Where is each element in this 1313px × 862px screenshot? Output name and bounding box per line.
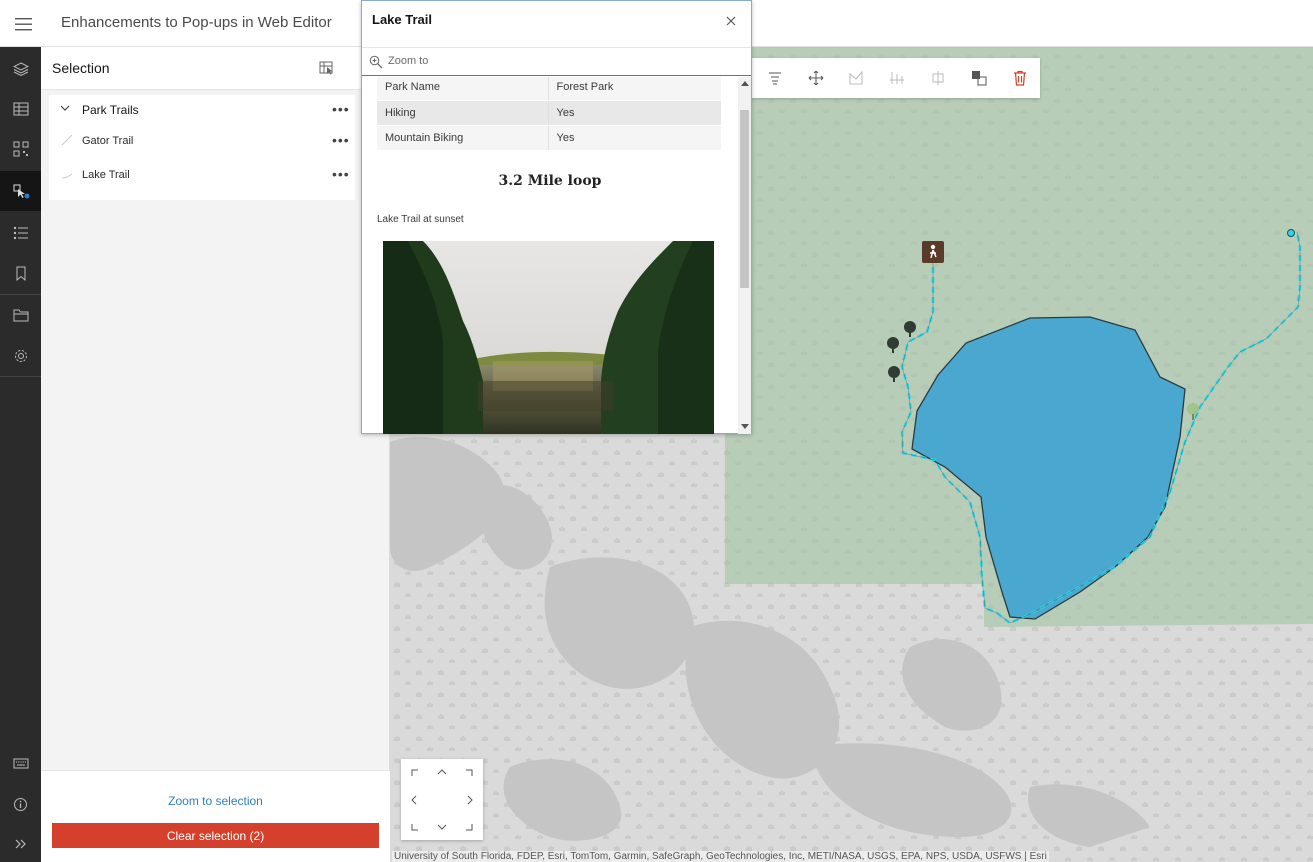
close-icon[interactable] xyxy=(726,16,736,26)
popup-zoom-to-action[interactable]: Zoom to xyxy=(362,47,751,76)
expand-sidebar-button[interactable] xyxy=(0,824,41,862)
reshape-align-icon[interactable] xyxy=(767,70,783,86)
tree-group-label: Park Trails xyxy=(82,103,139,117)
pan-right-icon[interactable] xyxy=(463,793,477,807)
side-icon-bar xyxy=(0,47,41,862)
iconbar-divider xyxy=(0,376,41,377)
settings-button[interactable] xyxy=(0,336,41,376)
pan-up-left-icon[interactable] xyxy=(409,767,423,781)
selection-panel-header: Selection xyxy=(41,47,390,90)
pan-down-icon[interactable] xyxy=(435,820,449,834)
popup-scrollbar[interactable] xyxy=(738,77,751,434)
legend-list-icon xyxy=(13,226,28,240)
clear-selection-button[interactable]: Clear selection (2) xyxy=(52,823,379,848)
attribute-name: Mountain Biking xyxy=(377,125,549,151)
legend-button[interactable] xyxy=(0,213,41,253)
selection-icon xyxy=(13,184,29,199)
gear-icon xyxy=(14,350,27,362)
move-icon[interactable] xyxy=(808,70,824,86)
selection-tool-button[interactable] xyxy=(0,171,41,211)
zoom-search-icon xyxy=(369,55,383,69)
popup-content: Park Name Forest Park Hiking Yes Mountai… xyxy=(362,77,738,434)
line-feature-icon xyxy=(61,134,73,146)
tables-button[interactable] xyxy=(0,89,41,129)
feature-popup: Lake Trail Zoom to Park Name Forest Park… xyxy=(361,0,752,434)
selection-options-button[interactable] xyxy=(319,60,334,78)
selection-tree: Park Trails ••• Gator Trail ••• Lake Tra… xyxy=(49,95,355,200)
folder-icon xyxy=(13,309,28,322)
hamburger-menu-button[interactable] xyxy=(0,0,47,47)
layers-icon xyxy=(12,62,29,77)
scroll-up-arrow[interactable] xyxy=(741,81,749,86)
pan-up-icon[interactable] xyxy=(435,765,449,779)
table-icon xyxy=(13,102,28,116)
pan-left-icon[interactable] xyxy=(407,793,421,807)
table-row: Park Name Forest Park xyxy=(377,77,721,101)
trailhead-marker-icon[interactable] xyxy=(922,241,944,263)
trail-endpoint xyxy=(1287,229,1295,237)
attribute-value: Yes xyxy=(548,100,721,126)
app-title: Enhancements to Pop-ups in Web Editor xyxy=(61,14,332,31)
scroll-down-arrow[interactable] xyxy=(741,424,749,429)
split-vertical-icon[interactable] xyxy=(889,70,905,86)
tree-item-label: Lake Trail xyxy=(82,169,130,181)
scroll-thumb[interactable] xyxy=(740,110,749,288)
chevron-down-icon[interactable] xyxy=(60,104,70,112)
hamburger-icon xyxy=(14,17,32,30)
tree-item-label: Gator Trail xyxy=(82,135,134,147)
pan-down-left-icon[interactable] xyxy=(409,819,423,833)
tree-item-lake-trail[interactable]: Lake Trail ••• xyxy=(49,160,355,190)
table-row: Hiking Yes xyxy=(377,100,721,126)
pan-down-right-icon[interactable] xyxy=(461,819,475,833)
open-folder-button[interactable] xyxy=(0,295,41,335)
bookmarks-button[interactable] xyxy=(0,253,41,293)
merge-icon[interactable] xyxy=(971,70,987,86)
image-caption: Lake Trail at sunset xyxy=(377,214,464,225)
attribute-value: Yes xyxy=(548,125,721,151)
keyboard-icon xyxy=(13,758,28,768)
attribute-name: Hiking xyxy=(377,100,549,126)
zoom-to-label: Zoom to xyxy=(388,55,429,67)
item-more-options-button[interactable]: ••• xyxy=(332,166,350,182)
map-navigation-pad xyxy=(401,759,483,840)
table-row: Mountain Biking Yes xyxy=(377,125,721,151)
attribute-name: Park Name xyxy=(377,77,549,101)
expand-icon xyxy=(15,839,26,849)
popup-title: Lake Trail xyxy=(372,12,432,27)
cut-icon[interactable] xyxy=(930,70,946,86)
info-icon xyxy=(14,797,27,811)
group-more-options-button[interactable]: ••• xyxy=(332,101,350,117)
about-button[interactable] xyxy=(0,784,41,824)
selection-panel: Selection Park Trails ••• Gator Trail ••… xyxy=(41,47,390,862)
map-attribution: University of South Florida, FDEP, Esri,… xyxy=(392,851,1049,862)
pan-up-right-icon[interactable] xyxy=(461,767,475,781)
attributes-table: Park Name Forest Park Hiking Yes Mountai… xyxy=(377,77,721,151)
popup-heading: 3.2 Mile loop xyxy=(498,173,602,189)
bookmark-icon xyxy=(16,266,25,281)
line-feature-icon xyxy=(61,173,73,179)
table-select-icon xyxy=(319,61,333,75)
selection-panel-footer: Zoom to selection Clear selection (2) xyxy=(41,770,390,862)
tree-group-park-trails[interactable]: Park Trails ••• xyxy=(49,95,355,125)
attribute-value: Forest Park xyxy=(548,77,721,101)
item-more-options-button[interactable]: ••• xyxy=(332,132,350,148)
edit-toolbar xyxy=(751,58,1040,98)
layers-button[interactable] xyxy=(0,49,41,89)
keyboard-shortcuts-button[interactable] xyxy=(0,743,41,783)
qr-grid-icon xyxy=(13,141,28,157)
reshape-icon[interactable] xyxy=(848,70,864,86)
lake-trail-photo xyxy=(383,241,714,434)
tree-item-gator-trail[interactable]: Gator Trail ••• xyxy=(49,126,355,156)
trash-icon[interactable] xyxy=(1012,70,1028,86)
widgets-button[interactable] xyxy=(0,129,41,169)
zoom-to-selection-button[interactable]: Zoom to selection xyxy=(41,794,390,808)
selection-panel-title: Selection xyxy=(52,60,110,76)
